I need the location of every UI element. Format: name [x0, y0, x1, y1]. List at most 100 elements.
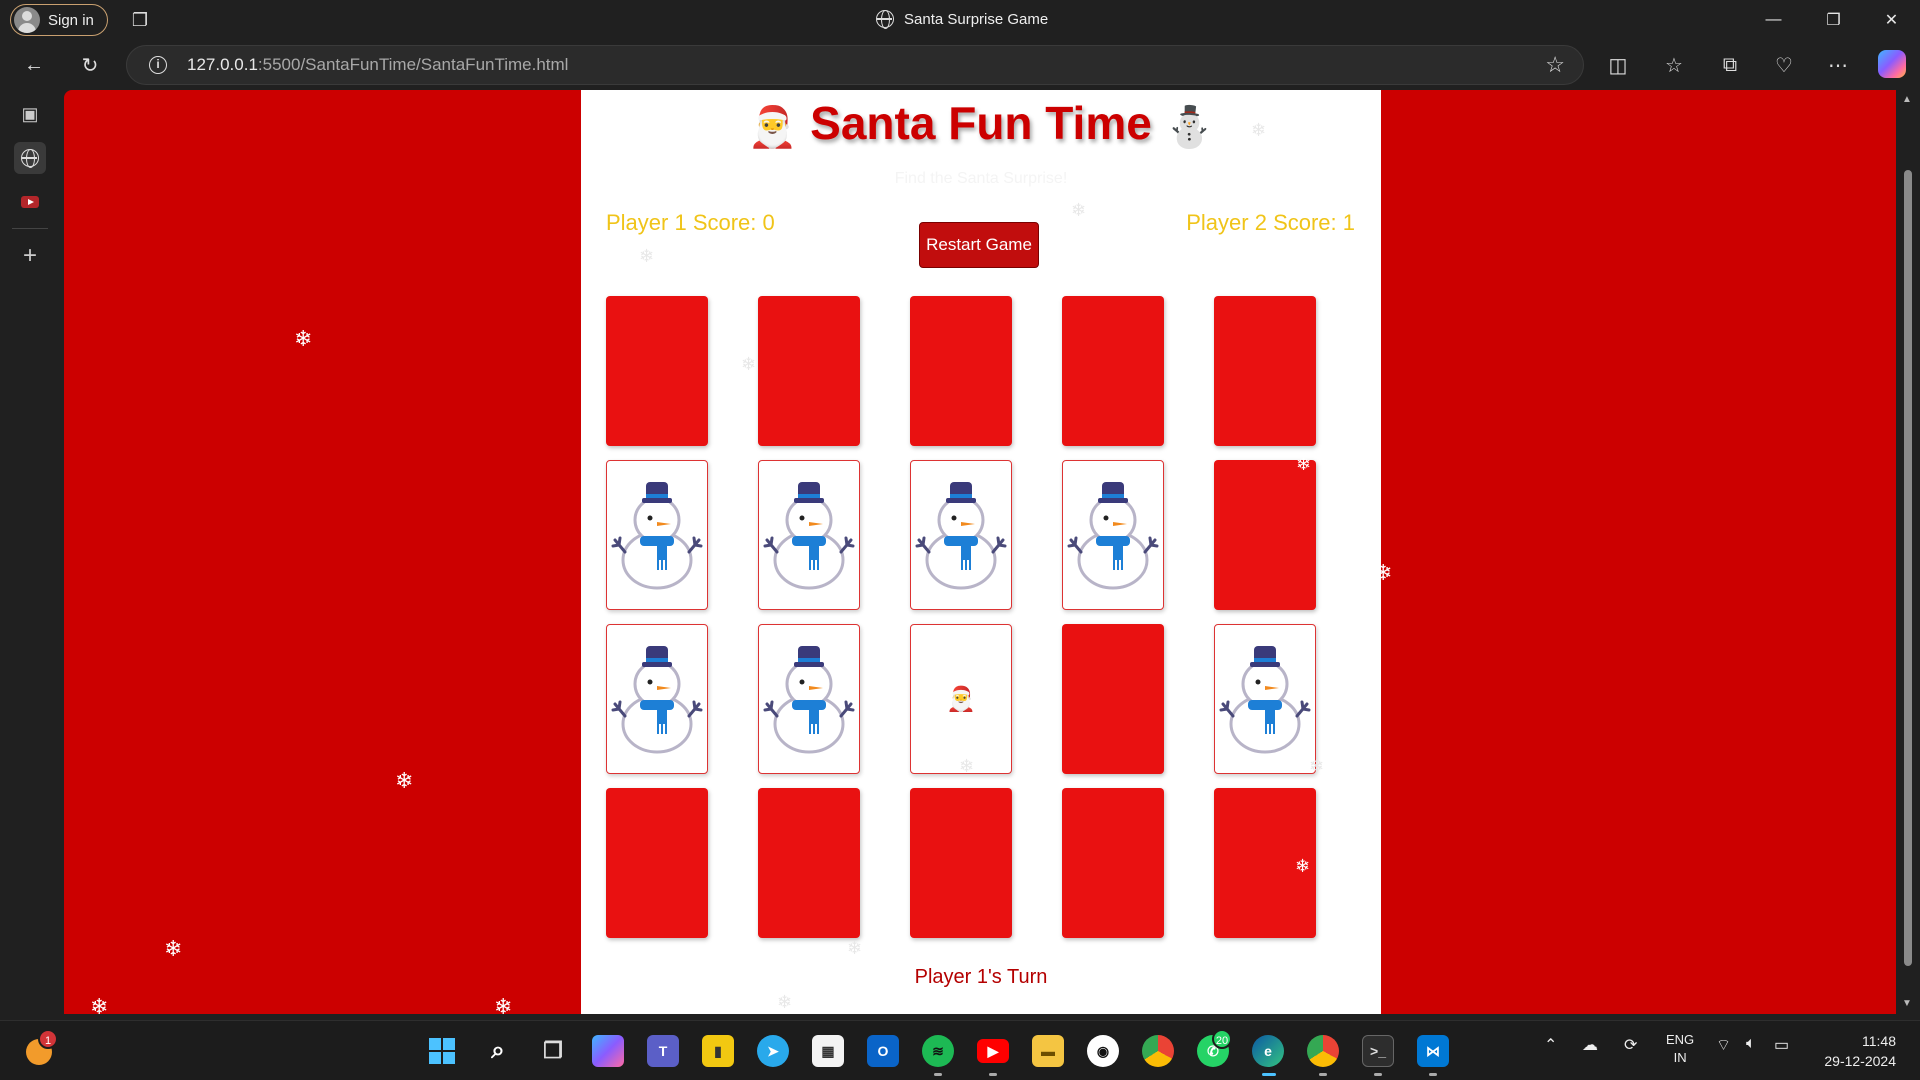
task-view-icon[interactable]: ❐ — [537, 1035, 569, 1067]
language-indicator[interactable]: ENG IN — [1666, 1031, 1694, 1067]
snowflake-icon: ❄ — [294, 326, 313, 351]
card-snowman[interactable] — [606, 460, 708, 610]
github-icon[interactable]: ◉ — [1087, 1035, 1119, 1067]
whatsapp-badge: 20 — [1212, 1029, 1232, 1049]
vscode-icon[interactable]: ⋈ — [1417, 1035, 1449, 1067]
card-snowman[interactable] — [910, 460, 1012, 610]
card-face-down[interactable] — [606, 296, 708, 446]
region-code: IN — [1673, 1050, 1687, 1065]
tab-title: Santa Surprise Game — [904, 10, 1049, 28]
wifi-icon[interactable]: ⌔ — [1716, 1035, 1731, 1055]
copilot-icon[interactable] — [1878, 50, 1906, 78]
favorite-star-icon[interactable]: ☆ — [1545, 52, 1565, 78]
new-tab-plus-icon[interactable]: + — [14, 240, 46, 272]
restore-button[interactable]: ❐ — [1806, 0, 1861, 40]
chrome-profile-icon[interactable] — [1307, 1035, 1339, 1067]
snowflake-icon: ❄ — [1309, 756, 1325, 776]
snowflake-icon: ❄ — [741, 354, 757, 374]
profile-avatar-icon — [14, 7, 40, 33]
sign-in-label: Sign in — [48, 11, 94, 29]
card-face-down[interactable] — [1214, 296, 1316, 446]
outlook-icon[interactable]: O — [867, 1035, 899, 1067]
snowman-icon — [915, 474, 1007, 597]
snowflake-icon: ❄ — [847, 938, 863, 958]
onedrive-icon[interactable]: ☁ — [1582, 1035, 1598, 1055]
running-indicator — [1429, 1073, 1437, 1076]
notification-badge: 1 — [38, 1029, 58, 1049]
card-snowman[interactable] — [758, 460, 860, 610]
restart-game-button[interactable]: Restart Game — [919, 222, 1039, 268]
snowflake-icon: ❄ — [959, 756, 975, 776]
workspaces-icon[interactable]: ❐ — [128, 8, 152, 32]
site-info-icon[interactable]: i — [149, 56, 167, 74]
card-santa[interactable]: 🎅 — [910, 624, 1012, 774]
battery-icon[interactable]: ▭ — [1774, 1035, 1789, 1055]
windows-start-icon[interactable] — [426, 1035, 458, 1067]
system-clock[interactable]: 11:48 29-12-2024 — [1824, 1031, 1896, 1071]
sign-in-button[interactable]: Sign in — [10, 4, 108, 36]
back-icon[interactable]: ← — [18, 49, 50, 81]
card-face-down[interactable] — [758, 296, 860, 446]
chrome-icon[interactable] — [1142, 1035, 1174, 1067]
snowflake-icon: ❄ — [1251, 120, 1267, 140]
youtube-tab-icon[interactable] — [14, 186, 46, 218]
spotify-icon[interactable]: ≋ — [922, 1035, 954, 1067]
title-bar: Sign in ❐ Santa Surprise Game — ❐ ✕ — [0, 0, 1920, 40]
clock-time: 11:48 — [1862, 1033, 1896, 1049]
page-scrollbar[interactable]: ▲ ▼ — [1896, 90, 1920, 1014]
minimize-button[interactable]: — — [1746, 0, 1801, 40]
search-icon[interactable]: ⌕ — [482, 1035, 514, 1067]
favorites-icon[interactable]: ☆ — [1658, 49, 1690, 81]
card-face-down[interactable] — [1062, 788, 1164, 938]
game-title-text: Santa Fun Time — [810, 97, 1152, 149]
tab-actions-icon[interactable]: ▣ — [14, 98, 46, 130]
card-face-down[interactable] — [606, 788, 708, 938]
browser-essentials-icon[interactable]: ♡ — [1768, 49, 1800, 81]
url-text: 127.0.0.1:5500/SantaFunTime/SantaFunTime… — [187, 55, 569, 74]
card-face-down[interactable] — [758, 788, 860, 938]
card-snowman[interactable] — [606, 624, 708, 774]
player2-score: Player 2 Score: 1 — [1186, 210, 1355, 235]
card-snowman[interactable] — [758, 624, 860, 774]
game-container: 🎅 Santa Fun Time ⛄ Find the Santa Surpri… — [581, 90, 1381, 1014]
card-face-down[interactable] — [1062, 624, 1164, 774]
volume-icon[interactable]: 🔈︎ — [1746, 1035, 1756, 1053]
card-grid: 🎅 — [606, 296, 1316, 938]
youtube-icon[interactable]: ▶ — [977, 1039, 1009, 1063]
snowman-icon: ⛄ — [1164, 105, 1215, 150]
split-screen-icon[interactable]: ◫ — [1602, 49, 1634, 81]
active-app-indicator — [1262, 1073, 1276, 1076]
snowflake-icon: ❄ — [395, 768, 414, 793]
card-face-down[interactable] — [1214, 460, 1316, 610]
edge-icon[interactable]: e — [1252, 1035, 1284, 1067]
collections-icon[interactable]: ⧉ — [1714, 49, 1746, 81]
card-face-down[interactable] — [910, 788, 1012, 938]
card-snowman[interactable] — [1062, 460, 1164, 610]
close-window-button[interactable]: ✕ — [1864, 0, 1919, 40]
player1-score: Player 1 Score: 0 — [606, 210, 775, 235]
scrollbar-thumb[interactable] — [1904, 170, 1912, 966]
card-snowman[interactable] — [1214, 624, 1316, 774]
more-menu-icon[interactable]: ⋯ — [1822, 49, 1854, 81]
running-indicator — [934, 1073, 942, 1076]
copilot-taskbar-icon[interactable] — [592, 1035, 624, 1067]
game-subtitle: Find the Santa Surprise! — [894, 170, 1068, 187]
show-hidden-icons-chevron-icon[interactable]: ⌃ — [1544, 1035, 1557, 1055]
teams-icon[interactable]: T — [647, 1035, 679, 1067]
sync-icon[interactable]: ⟳ — [1624, 1035, 1637, 1055]
snowman-icon — [763, 474, 855, 597]
refresh-icon[interactable]: ↻ — [74, 49, 106, 81]
file-explorer-icon[interactable]: ▬ — [1032, 1035, 1064, 1067]
card-face-down[interactable] — [1062, 296, 1164, 446]
turn-indicator: Player 1's Turn — [914, 966, 1048, 988]
globe-icon — [876, 10, 894, 29]
power-bi-icon[interactable]: ▮ — [702, 1035, 734, 1067]
clock-date: 29-12-2024 — [1824, 1053, 1896, 1069]
terminal-icon[interactable]: >_ — [1362, 1035, 1394, 1067]
telegram-icon[interactable]: ➤ — [757, 1035, 789, 1067]
active-tab-globe-icon[interactable] — [14, 142, 46, 174]
address-bar[interactable]: i 127.0.0.1:5500/SantaFunTime/SantaFunTi… — [126, 45, 1584, 85]
snowflake-icon: ❄ — [164, 936, 183, 961]
card-face-down[interactable] — [910, 296, 1012, 446]
microsoft-store-icon[interactable]: ▦ — [812, 1035, 844, 1067]
